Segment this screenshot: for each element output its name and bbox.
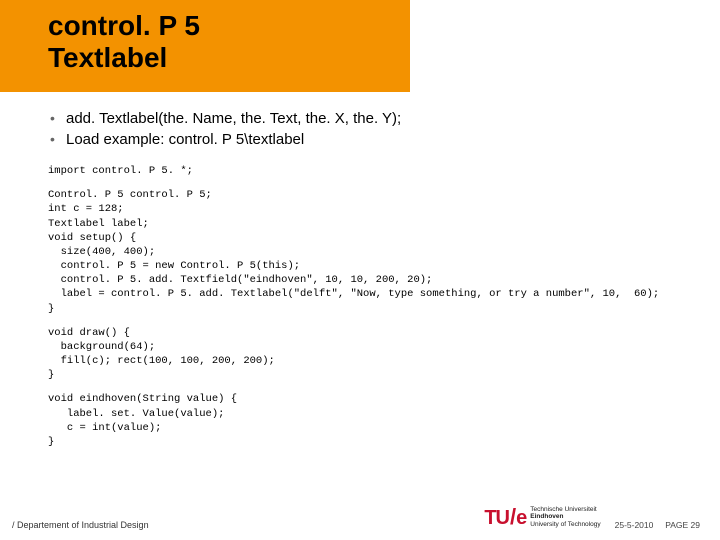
slide-footer: / Departement of Industrial Design TU / … (12, 504, 700, 530)
code-import: import control. P 5. *; (48, 164, 690, 178)
code-callback: void eindhoven(String value) { label. se… (48, 392, 690, 449)
logo-mark: TU / e (484, 504, 526, 530)
footer-department: / Departement of Industrial Design (12, 520, 149, 530)
logo-tu: TU (484, 507, 509, 530)
code-draw: void draw() { background(64); fill(c); r… (48, 326, 690, 383)
logo-line-2: Eindhoven (530, 513, 600, 520)
bullet-list: add. Textlabel(the. Name, the. Text, the… (48, 110, 690, 148)
slide-title: control. P 5 Textlabel (48, 10, 200, 74)
slide-content: add. Textlabel(the. Name, the. Text, the… (48, 110, 690, 459)
bullet-item: add. Textlabel(the. Name, the. Text, the… (48, 110, 690, 127)
tue-logo: TU / e Technische Universiteit Eindhoven… (484, 504, 600, 530)
footer-page: PAGE 29 (665, 520, 700, 530)
logo-slash-icon: / (510, 504, 515, 530)
logo-line-3: University of Technology (530, 521, 600, 528)
title-line-1: control. P 5 (48, 10, 200, 42)
footer-meta: 25-5-2010 PAGE 29 (615, 520, 700, 530)
footer-date: 25-5-2010 (615, 520, 654, 530)
title-line-2: Textlabel (48, 42, 200, 74)
logo-e: e (516, 507, 526, 530)
code-setup: Control. P 5 control. P 5; int c = 128; … (48, 188, 690, 316)
logo-text: Technische Universiteit Eindhoven Univer… (530, 506, 600, 527)
bullet-item: Load example: control. P 5\textlabel (48, 131, 690, 148)
logo-line-1: Technische Universiteit (530, 506, 600, 513)
footer-right: TU / e Technische Universiteit Eindhoven… (484, 504, 700, 530)
